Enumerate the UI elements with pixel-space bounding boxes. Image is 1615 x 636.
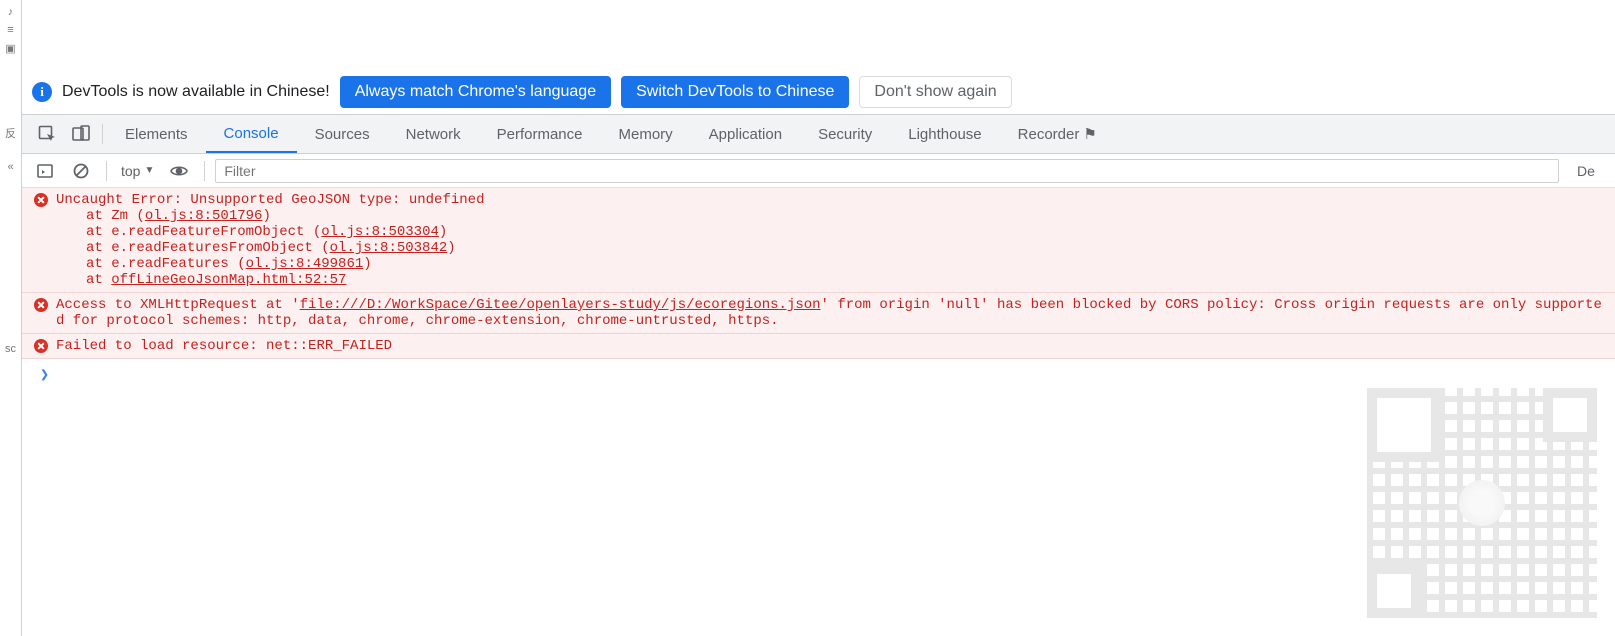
margin-glyph: « [0,161,21,173]
tab-lighthouse[interactable]: Lighthouse [890,115,999,153]
separator [106,161,107,181]
source-link[interactable]: offLineGeoJsonMap.html:52:57 [111,272,346,288]
stack-frame: at Zm (ol.js:8:501796) [56,208,1607,224]
console-error-message: Access to XMLHttpRequest at 'file:///D:/… [22,293,1615,334]
error-icon [34,193,48,207]
chevron-down-icon: ▼ [144,165,154,176]
inspect-element-icon[interactable] [30,115,64,153]
devtools-panel: i DevTools is now available in Chinese! … [22,0,1615,636]
margin-glyph: 反 [0,125,21,141]
separator [102,124,103,144]
error-text: Uncaught Error: Unsupported GeoJSON type… [56,192,484,208]
tab-application[interactable]: Application [691,115,800,153]
tab-security[interactable]: Security [800,115,890,153]
margin-glyph: sc [0,343,21,355]
error-text: Access to XMLHttpRequest at ' [56,297,300,313]
console-error-message: Failed to load resource: net::ERR_FAILED [22,334,1615,359]
sidebar-toggle-icon[interactable] [30,158,60,184]
source-link[interactable]: ol.js:8:503304 [321,224,439,240]
error-text: Failed to load resource: net::ERR_FAILED [56,338,392,354]
tab-elements[interactable]: Elements [107,115,206,153]
always-match-button[interactable]: Always match Chrome's language [340,76,611,108]
pin-icon: ⚑ [1083,125,1096,143]
devtools-tabbar: ElementsConsoleSourcesNetworkPerformance… [22,114,1615,154]
console-error-message: Uncaught Error: Unsupported GeoJSON type… [22,188,1615,293]
source-link[interactable]: ol.js:8:501796 [145,208,263,224]
source-link[interactable]: ol.js:8:499861 [246,256,364,272]
filter-input[interactable] [215,159,1559,183]
margin-glyph: ≡ [0,24,21,36]
source-link[interactable]: ol.js:8:503842 [330,240,448,256]
error-icon [34,298,48,312]
stack-frame: at e.readFeatureFromObject (ol.js:8:5033… [56,224,1607,240]
clear-console-icon[interactable] [66,158,96,184]
stack-frame: at e.readFeaturesFromObject (ol.js:8:503… [56,240,1607,256]
dismiss-button[interactable]: Don't show again [859,76,1011,108]
tab-console[interactable]: Console [206,115,297,153]
error-icon [34,339,48,353]
qr-code-overlay [1367,388,1597,618]
tab-sources[interactable]: Sources [297,115,388,153]
stack-frame: at e.readFeatures (ol.js:8:499861) [56,256,1607,272]
eye-icon[interactable] [164,158,194,184]
banner-text: DevTools is now available in Chinese! [62,83,330,101]
context-selector[interactable]: top ▼ [117,163,158,179]
console-output: Uncaught Error: Unsupported GeoJSON type… [22,188,1615,636]
toolbar-suffix-text: De [1565,163,1607,179]
tab-performance[interactable]: Performance [479,115,601,153]
tab-network[interactable]: Network [388,115,479,153]
console-prompt[interactable]: ❯ [22,359,1615,389]
stack-frame: at offLineGeoJsonMap.html:52:57 [56,272,1607,288]
separator [204,161,205,181]
switch-chinese-button[interactable]: Switch DevTools to Chinese [621,76,849,108]
context-label: top [121,163,140,179]
console-toolbar: top ▼ De [22,154,1615,188]
language-banner: i DevTools is now available in Chinese! … [22,70,1615,114]
left-margin-strip: ♪ ≡ ▣ 反 « sc [0,0,22,636]
top-padding [22,0,1615,70]
device-toolbar-icon[interactable] [64,115,98,153]
tab-recorder[interactable]: Recorder⚑ [1000,115,1115,153]
margin-glyph: ♪ [0,6,21,18]
prompt-chevron-icon: ❯ [40,365,49,383]
info-icon: i [32,82,52,102]
margin-glyph: ▣ [0,42,21,55]
source-link[interactable]: file:///D:/WorkSpace/Gitee/openlayers-st… [300,297,821,313]
tab-memory[interactable]: Memory [601,115,691,153]
